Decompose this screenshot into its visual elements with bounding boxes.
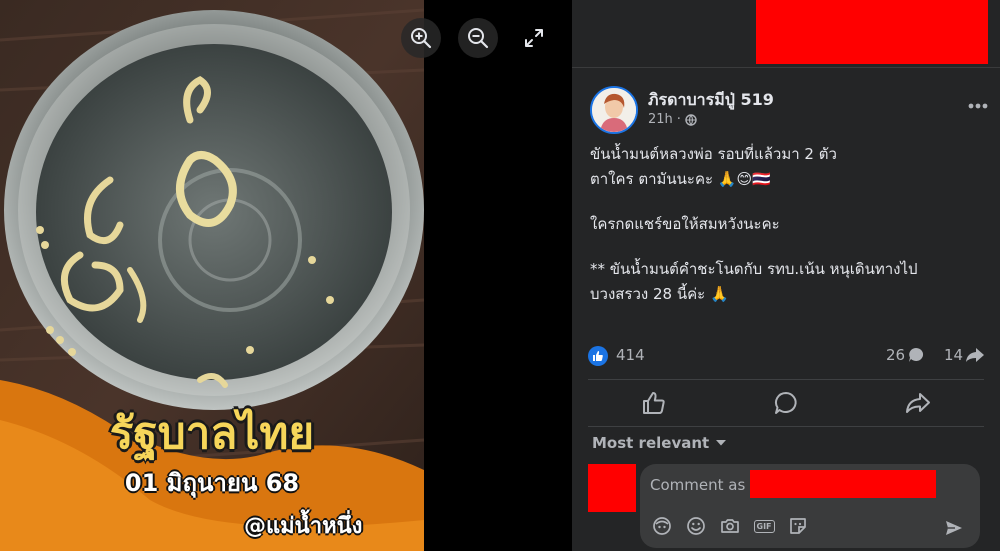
photo-button[interactable] (720, 516, 740, 536)
post-meta: 21h · (648, 112, 697, 127)
send-comment-button[interactable] (944, 518, 964, 542)
avatar-sticker-button[interactable] (652, 516, 672, 536)
overlay-title: รัฐบาลไทย (109, 407, 315, 460)
redacted-avatar (588, 464, 636, 512)
zoom-in-button[interactable] (401, 18, 441, 58)
comment-sort-dropdown[interactable]: Most relevant (592, 434, 727, 452)
redacted-area (756, 0, 988, 64)
top-bar (572, 0, 1000, 68)
comment-bubble-icon (909, 347, 924, 362)
comment-icon (775, 392, 797, 414)
post-line: ใครกดแชร์ขอให้สมหวังนะคะ (590, 215, 780, 233)
like-count[interactable]: 414 (616, 346, 645, 364)
share-count[interactable]: 14 (944, 346, 985, 364)
avatar[interactable] (590, 86, 638, 134)
post-line: ขันน้ำมนต์หลวงพ่อ รอบที่แล้วมา 2 ตัว (590, 145, 837, 163)
post-line-gap (590, 237, 990, 257)
meta-separator: · (676, 112, 681, 127)
share-count-value: 14 (944, 346, 964, 364)
composer-tools: GIF (652, 516, 808, 536)
gif-icon: GIF (753, 519, 775, 533)
post-photo[interactable]: รัฐบาลไทย 01 มิถุนายน 68 @แม่น้ำหนึ่ง (0, 0, 424, 551)
post-header: ภิรดาบารมีปู่ 519 21h · (590, 86, 990, 136)
avatar-sticker-icon (653, 517, 671, 535)
fullscreen-button[interactable] (516, 20, 552, 56)
send-icon (946, 521, 962, 535)
post-line: บวงสรวง 28 นี้ค่ะ 🙏 (590, 285, 729, 303)
overlay-date: 01 มิถุนายน 68 (124, 469, 300, 497)
expand-icon (525, 29, 543, 47)
smiley-icon (687, 517, 705, 535)
thumbs-up-icon (593, 351, 603, 361)
redacted-username (750, 470, 936, 498)
overlay-handle: @แม่น้ำหนึ่ง (244, 514, 363, 539)
chevron-down-icon (716, 440, 727, 446)
like-icon (643, 392, 665, 414)
globe-icon (685, 113, 697, 126)
sticker-icon (790, 518, 806, 534)
post-time[interactable]: 21h (648, 112, 673, 127)
like-button[interactable] (588, 380, 720, 426)
emoji-button[interactable] (686, 516, 706, 536)
comment-input[interactable]: Comment as (650, 476, 745, 494)
camera-icon (721, 519, 739, 533)
more-options-button[interactable] (964, 96, 992, 116)
share-button[interactable] (852, 380, 984, 426)
post-line-gap (590, 192, 990, 212)
avatar-image (592, 88, 636, 132)
share-icon (906, 393, 930, 413)
sticker-button[interactable] (788, 516, 808, 536)
comment-count-value: 26 (886, 346, 906, 364)
like-reaction-icon[interactable] (588, 346, 608, 366)
post-body: ขันน้ำมนต์หลวงพ่อ รอบที่แล้วมา 2 ตัว ตาใ… (590, 142, 990, 307)
divider (588, 426, 984, 427)
comment-composer[interactable]: Comment as GIF (640, 464, 980, 548)
comment-button[interactable] (720, 380, 852, 426)
comment-sort-label: Most relevant (592, 434, 710, 452)
share-arrow-icon (966, 348, 985, 362)
post-line: ตาใคร ตามันนะคะ 🙏😊🇹🇭 (590, 170, 771, 188)
gif-button[interactable]: GIF (753, 516, 775, 536)
post-panel: ภิรดาบารมีปู่ 519 21h · ขันน้ำมนต์หลวงพ่… (572, 0, 1000, 551)
author-name[interactable]: ภิรดาบารมีปู่ 519 (648, 88, 774, 113)
more-icon (968, 103, 988, 109)
zoom-in-icon (411, 28, 432, 49)
comment-count[interactable]: 26 (886, 346, 925, 364)
photo-viewer: รัฐบาลไทย 01 มิถุนายน 68 @แม่น้ำหนึ่ง (0, 0, 572, 551)
zoom-out-icon (468, 28, 489, 49)
post-actions (588, 380, 984, 426)
reaction-counts: 414 26 14 (588, 344, 988, 368)
zoom-out-button[interactable] (458, 18, 498, 58)
post-line: ** ขันน้ำมนต์คำชะโนดกับ รทบ.เน้น หนุเดิน… (590, 260, 918, 278)
